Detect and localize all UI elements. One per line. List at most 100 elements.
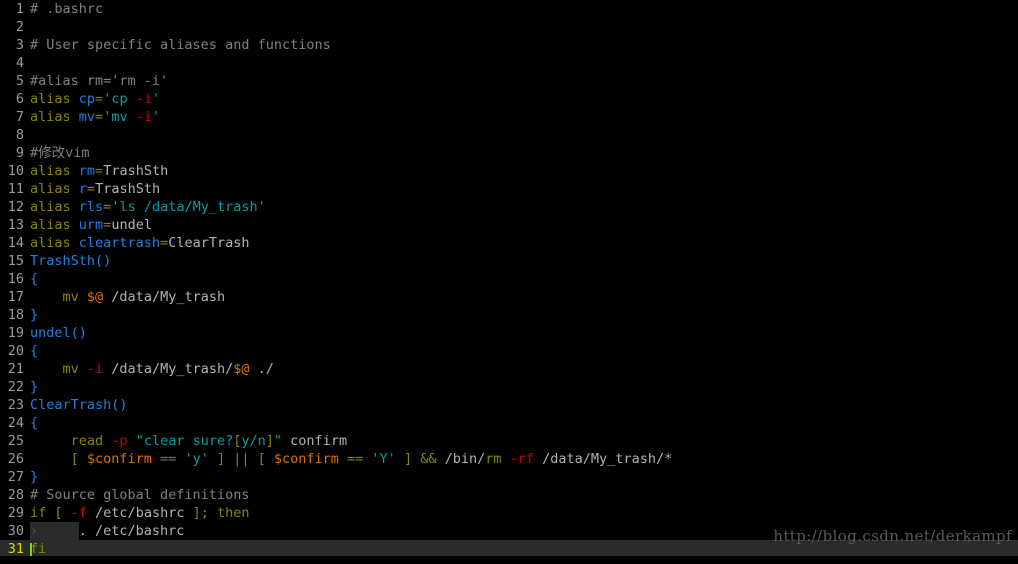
token-op: = [95, 91, 104, 107]
token-ident: rls [78, 199, 104, 215]
token-text: /data/My_trash/ [103, 361, 234, 377]
line-content[interactable]: TrashSth() [30, 252, 111, 270]
code-line[interactable]: 17 mv $@ /data/My_trash [0, 288, 1018, 306]
code-line[interactable]: 12 alias rls='ls /data/My_trash' [0, 198, 1018, 216]
code-line[interactable]: 9 #修改vim [0, 144, 1018, 162]
code-line[interactable]: 15 TrashSth() [0, 252, 1018, 270]
token-keyword: alias [30, 235, 79, 251]
token-string: "clear sure? [135, 433, 234, 449]
code-line[interactable]: 19 undel() [0, 324, 1018, 342]
line-content[interactable]: alias rls='ls /data/My_trash' [30, 198, 266, 216]
code-line[interactable]: 25 read -p "clear sure?[y/n]" confirm [0, 432, 1018, 450]
line-content[interactable]: read -p "clear sure?[y/n]" confirm [30, 432, 347, 450]
code-line[interactable]: 3 # User specific aliases and functions [0, 36, 1018, 54]
bottom-strip [0, 556, 1018, 564]
code-line[interactable]: 26 [ $confirm == 'y' ] || [ $confirm == … [0, 450, 1018, 468]
line-number: 4 [15, 55, 24, 71]
line-content[interactable]: mv -i /data/My_trash/$@ ./ [30, 360, 274, 378]
line-number: 22 [7, 379, 24, 395]
code-line[interactable]: 2 [0, 18, 1018, 36]
token-ident: cp [78, 91, 96, 107]
line-content[interactable]: # .bashrc [30, 0, 103, 18]
token-op: ] [265, 433, 274, 449]
line-content[interactable]: alias rm=TrashSth [30, 162, 168, 180]
token-keyword: if [30, 505, 55, 521]
line-content[interactable]: alias urm=undel [30, 216, 152, 234]
code-line[interactable]: 27} [0, 468, 1018, 486]
line-content[interactable]: › . /etc/bashrc [30, 522, 184, 540]
code-line[interactable]: 7 alias mv='mv -i' [0, 108, 1018, 126]
code-line[interactable]: 4 [0, 54, 1018, 72]
code-line[interactable]: 10 alias rm=TrashSth [0, 162, 1018, 180]
code-line[interactable]: 6 alias cp='cp -i' [0, 90, 1018, 108]
code-line[interactable]: 28 # Source global definitions [0, 486, 1018, 504]
code-line[interactable]: 1 # .bashrc [0, 0, 1018, 18]
line-content[interactable]: mv $@ /data/My_trash [30, 288, 226, 306]
line-content[interactable]: { [30, 414, 38, 432]
token-keyword: mv [62, 289, 87, 305]
token-string: 'Y' [371, 451, 396, 467]
line-content[interactable]: { [30, 342, 38, 360]
line-content[interactable]: alias mv='mv -i' [30, 108, 160, 126]
code-lines-container[interactable]: 1 # .bashrc 2 3 # User specific aliases and … [0, 0, 1018, 559]
token-text: /data/My_trash [103, 289, 226, 305]
code-line[interactable]: 24 { [0, 414, 1018, 432]
line-content[interactable]: undel() [30, 324, 87, 342]
token-op: = [86, 181, 96, 197]
line-content[interactable]: #alias rm='rm -i' [30, 72, 168, 90]
code-line[interactable]: 21 mv -i /data/My_trash/$@ ./ [0, 360, 1018, 378]
token-op: ]; [192, 505, 209, 521]
line-number: 18 [7, 307, 24, 323]
token-ident: rm [78, 163, 96, 179]
token-keyword: then [217, 505, 250, 521]
line-number: 14 [7, 235, 24, 251]
code-line[interactable]: 23 ClearTrash() [0, 396, 1018, 414]
token-keyword: mv [62, 361, 87, 377]
code-line[interactable]: 20 { [0, 342, 1018, 360]
token-text: undel [111, 217, 152, 233]
line-content[interactable]: if [ -f /etc/bashrc ]; then [30, 504, 250, 522]
code-line[interactable]: 8 [0, 126, 1018, 144]
code-line[interactable]: 22} [0, 378, 1018, 396]
line-number: 20 [7, 343, 24, 359]
code-line[interactable]: 16 { [0, 270, 1018, 288]
line-number: 28 [7, 487, 24, 503]
line-number: 9 [15, 145, 24, 161]
line-content[interactable]: alias cleartrash=ClearTrash [30, 234, 249, 252]
line-number: 17 [7, 289, 24, 305]
code-line[interactable]: 29 if [ -f /etc/bashrc ]; then [0, 504, 1018, 522]
code-line[interactable]: 13 alias urm=undel [0, 216, 1018, 234]
token-text: /etc/bashrc [86, 505, 193, 521]
token-text: ClearTrash [168, 235, 250, 251]
line-content[interactable]: #修改vim [30, 144, 90, 162]
line-content[interactable]: ClearTrash() [30, 396, 128, 414]
token-var: $confirm [86, 451, 152, 467]
code-line[interactable]: 11 alias r=TrashSth [0, 180, 1018, 198]
line-content[interactable]: } [30, 468, 38, 486]
line-content[interactable]: alias r=TrashSth [30, 180, 160, 198]
line-content[interactable]: } [30, 378, 38, 396]
line-content[interactable]: } [30, 306, 38, 324]
code-line[interactable]: 5 #alias rm='rm -i' [0, 72, 1018, 90]
line-content[interactable]: { [30, 270, 38, 288]
line-number: 30 [7, 523, 24, 539]
token-string: y/n [241, 433, 266, 449]
token-op: = [160, 235, 169, 251]
line-content[interactable]: # Source global definitions [30, 486, 249, 504]
line-content[interactable]: alias cp='cp -i' [30, 90, 160, 108]
code-line[interactable]: 30 › . /etc/bashrc [0, 522, 1018, 540]
token-text: /data/My_trash/* [534, 451, 673, 467]
line-number: 7 [15, 109, 24, 125]
vim-editor-window[interactable]: 1 # .bashrc 2 3 # User specific aliases and … [0, 0, 1018, 564]
line-content[interactable]: # User specific aliases and functions [30, 36, 331, 54]
token-keyword: alias [30, 217, 79, 233]
token-comment: #修改vim [30, 145, 90, 161]
code-line[interactable]: 14 alias cleartrash=ClearTrash [0, 234, 1018, 252]
token-comment: # User specific aliases and functions [30, 37, 331, 53]
code-line[interactable]: 18} [0, 306, 1018, 324]
line-number: 26 [7, 451, 24, 467]
token-ident: r [78, 181, 87, 197]
line-content[interactable]: [ $confirm == 'y' ] || [ $confirm == 'Y'… [30, 450, 673, 468]
